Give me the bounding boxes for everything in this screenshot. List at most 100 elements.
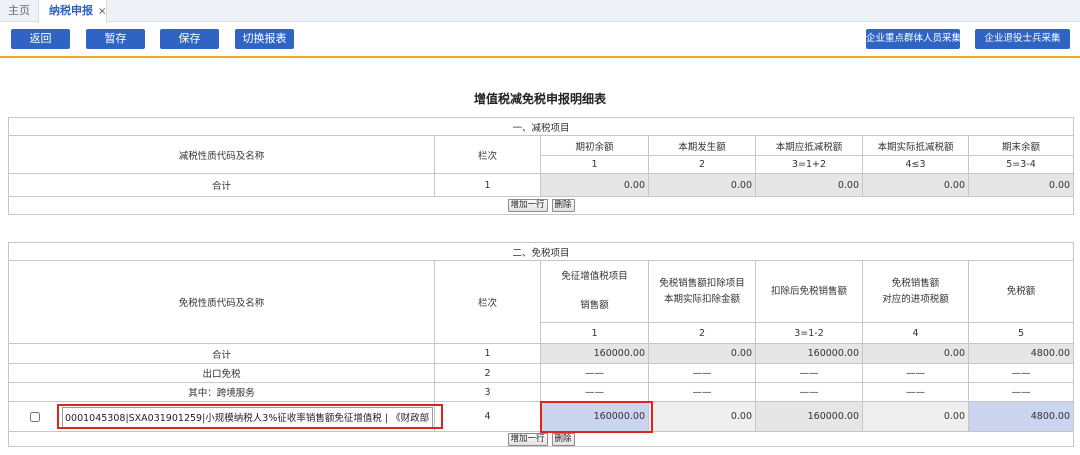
column-header-line: 免征增值税项目 xyxy=(561,271,628,282)
column-code: 4 xyxy=(862,322,969,344)
deduction-amount-input[interactable]: 0.00 xyxy=(648,401,756,432)
row-line-number: 1 xyxy=(434,173,541,197)
column-code: 3=1+2 xyxy=(755,155,863,174)
cell-value: 0.00 xyxy=(648,173,756,197)
row-line-number: 1 xyxy=(434,343,541,364)
table-row: 其中：跨境服务 3 —— —— —— —— —— xyxy=(8,382,1075,402)
column-code: 1 xyxy=(540,322,649,344)
column-header-line: 扣除后免税销售额 xyxy=(770,285,847,297)
exemption-code-name-input[interactable] xyxy=(62,406,433,428)
cell-value: 0.00 xyxy=(862,173,969,197)
cell-value: 0.00 xyxy=(648,343,756,364)
reduction-table: 一、减税项目 减税性质代码及名称 栏次 期初余额 本期发生额 本期应抵减税额 本… xyxy=(7,117,1075,215)
tab-tax-declaration[interactable]: 纳税申报 × xyxy=(38,0,107,23)
column-code: 1 xyxy=(540,155,649,174)
column-header: 免税额 xyxy=(967,260,1075,323)
column-header: 期末余额 xyxy=(967,135,1075,156)
add-row-button[interactable]: 增加一行 xyxy=(507,199,548,212)
column-code: 2 xyxy=(648,155,756,174)
name-column-header: 减税性质代码及名称 xyxy=(8,135,435,174)
cell-value: —— xyxy=(648,382,756,402)
table-row: 合计 1 0.00 0.00 0.00 0.00 0.00 xyxy=(8,173,1075,197)
delete-row-button[interactable]: 删除 xyxy=(551,199,575,212)
column-header: 本期应抵减税额 xyxy=(755,135,863,156)
column-code: 3=1-2 xyxy=(755,322,863,344)
back-button[interactable]: 返回 xyxy=(11,29,70,49)
cell-value: —— xyxy=(755,382,863,402)
table-row: 4 160000.00 0.00 160000.00 0.00 4800.00 xyxy=(8,401,1075,432)
add-row-button[interactable]: 增加一行 xyxy=(507,432,548,446)
toolbar-divider xyxy=(0,56,1080,58)
column-code: 5 xyxy=(967,322,1075,344)
column-code: 4≤3 xyxy=(862,155,969,174)
cell-value: 0.00 xyxy=(755,173,863,197)
delete-row-button[interactable]: 删除 xyxy=(551,432,575,446)
row-name: 出口免税 xyxy=(8,363,435,383)
column-header-line: 本期实际扣除金额 xyxy=(663,293,740,305)
key-groups-collect-button[interactable]: 企业重点群体人员采集 xyxy=(866,29,961,49)
exemption-table: 二、免税项目 免税性质代码及名称 栏次 免征增值税项目 销售额 免税销售额扣除项… xyxy=(7,242,1075,447)
row-name: 合计 xyxy=(8,173,435,197)
veterans-collect-button[interactable]: 企业退役士兵采集 xyxy=(975,29,1070,49)
cell-value: —— xyxy=(648,363,756,383)
row-line-number: 2 xyxy=(434,363,541,383)
temp-save-button[interactable]: 暂存 xyxy=(86,29,145,49)
row-name-wrap xyxy=(10,403,434,431)
cell-value: —— xyxy=(862,382,969,402)
cell-value: 160000.00 xyxy=(755,401,863,432)
section-title-reduction: 一、减税项目 xyxy=(7,117,1075,136)
tab-bar: 主页 纳税申报 × xyxy=(0,0,1080,23)
column-code: 5=3-4 xyxy=(967,155,1075,174)
cell-value: 160000.00 xyxy=(755,343,863,364)
row-actions: 增加一行 删除 xyxy=(7,196,1075,215)
row-line-number: 4 xyxy=(434,401,541,432)
table-row: 出口免税 2 —— —— —— —— —— xyxy=(8,363,1075,383)
column-header-line: 销售额 xyxy=(580,300,609,311)
cell-value: 0.00 xyxy=(540,173,649,197)
page-title: 增值税减免税申报明细表 xyxy=(473,92,606,106)
column-code: 2 xyxy=(648,322,756,344)
close-icon[interactable]: × xyxy=(98,6,106,17)
cell-value: —— xyxy=(967,382,1075,402)
input-tax-input[interactable]: 0.00 xyxy=(862,401,969,432)
cell-value: 0.00 xyxy=(967,173,1075,197)
column-header-line: 免税销售额扣除项目 xyxy=(659,277,745,289)
cell-value: —— xyxy=(862,363,969,383)
row-name: 合计 xyxy=(8,343,435,364)
cell-value: 0.00 xyxy=(862,343,969,364)
table-row: 合计 1 160000.00 0.00 160000.00 0.00 4800.… xyxy=(8,343,1075,364)
column-header: 免税销售额 对应的进项税额 xyxy=(862,260,969,323)
cell-value: —— xyxy=(755,363,863,383)
line-column-header: 栏次 xyxy=(434,260,541,344)
name-column-header: 免税性质代码及名称 xyxy=(8,260,435,344)
cell-value: —— xyxy=(967,363,1075,383)
exempt-sales-input[interactable]: 160000.00 xyxy=(540,401,649,432)
cell-value: —— xyxy=(540,382,649,402)
tab-home-label: 主页 xyxy=(8,4,30,17)
row-name-cell xyxy=(8,401,435,432)
cell-value: 160000.00 xyxy=(540,343,649,364)
column-header: 本期发生额 xyxy=(648,135,756,156)
column-header-line: 免税额 xyxy=(1006,285,1036,297)
column-header-line: 免税销售额 xyxy=(891,277,940,289)
row-line-number: 3 xyxy=(434,382,541,402)
column-header-line: 对应的进项税额 xyxy=(882,293,949,305)
column-header: 免税销售额扣除项目 本期实际扣除金额 xyxy=(648,260,756,323)
column-header: 扣除后免税销售额 xyxy=(755,260,863,323)
column-header: 期初余额 xyxy=(540,135,649,156)
tab-tax-declaration-label: 纳税申报 xyxy=(49,4,93,17)
line-column-header: 栏次 xyxy=(434,135,541,174)
toolbar: 返回 暂存 保存 切换报表 企业重点群体人员采集 企业退役士兵采集 xyxy=(0,23,1080,56)
exempt-tax-input[interactable]: 4800.00 xyxy=(967,401,1075,432)
save-button[interactable]: 保存 xyxy=(160,29,219,49)
row-select-checkbox[interactable] xyxy=(30,411,40,422)
column-header: 本期实际抵减税额 xyxy=(862,135,969,156)
row-name: 其中：跨境服务 xyxy=(8,382,435,402)
section-title-exemption: 二、免税项目 xyxy=(7,242,1075,261)
row-actions: 增加一行 删除 xyxy=(7,431,1075,447)
cell-value: 4800.00 xyxy=(967,343,1075,364)
tab-home[interactable]: 主页 xyxy=(0,0,38,22)
column-header: 免征增值税项目 销售额 xyxy=(540,260,649,323)
switch-report-button[interactable]: 切换报表 xyxy=(235,29,294,49)
cell-value: —— xyxy=(540,363,649,383)
